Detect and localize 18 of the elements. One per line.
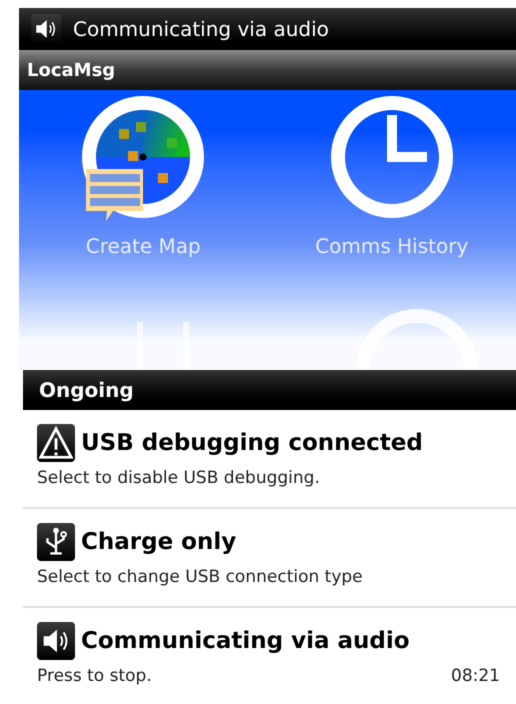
panel-title: Ongoing — [39, 377, 134, 404]
faded-icon — [355, 306, 479, 370]
warning-icon — [37, 424, 75, 462]
notification-item[interactable]: USB debugging connected Select to disable USB debugging. — [23, 410, 516, 509]
notification-title: USB debugging connected — [81, 428, 423, 458]
notification-text: Select to disable USB debugging. — [37, 467, 320, 490]
notification-time: 08:21 — [451, 665, 500, 688]
usb-icon — [37, 523, 75, 561]
app-title: LocaMsg — [27, 58, 116, 82]
notification-title: Charge only — [81, 528, 236, 557]
notification-item[interactable]: Charge only Select to change USB connection type — [23, 509, 516, 608]
notification-title: Communicating via audio — [81, 626, 410, 656]
notification-text: Press to stop. — [37, 665, 152, 688]
notification-text: Select to change USB connection type — [37, 566, 363, 589]
notification-item[interactable]: Communicating via audio Press to stop. 08:21 — [23, 608, 516, 704]
status-text: Communicating via audio — [73, 16, 329, 43]
speaker-icon — [37, 622, 75, 660]
radar-map-icon — [81, 93, 206, 223]
